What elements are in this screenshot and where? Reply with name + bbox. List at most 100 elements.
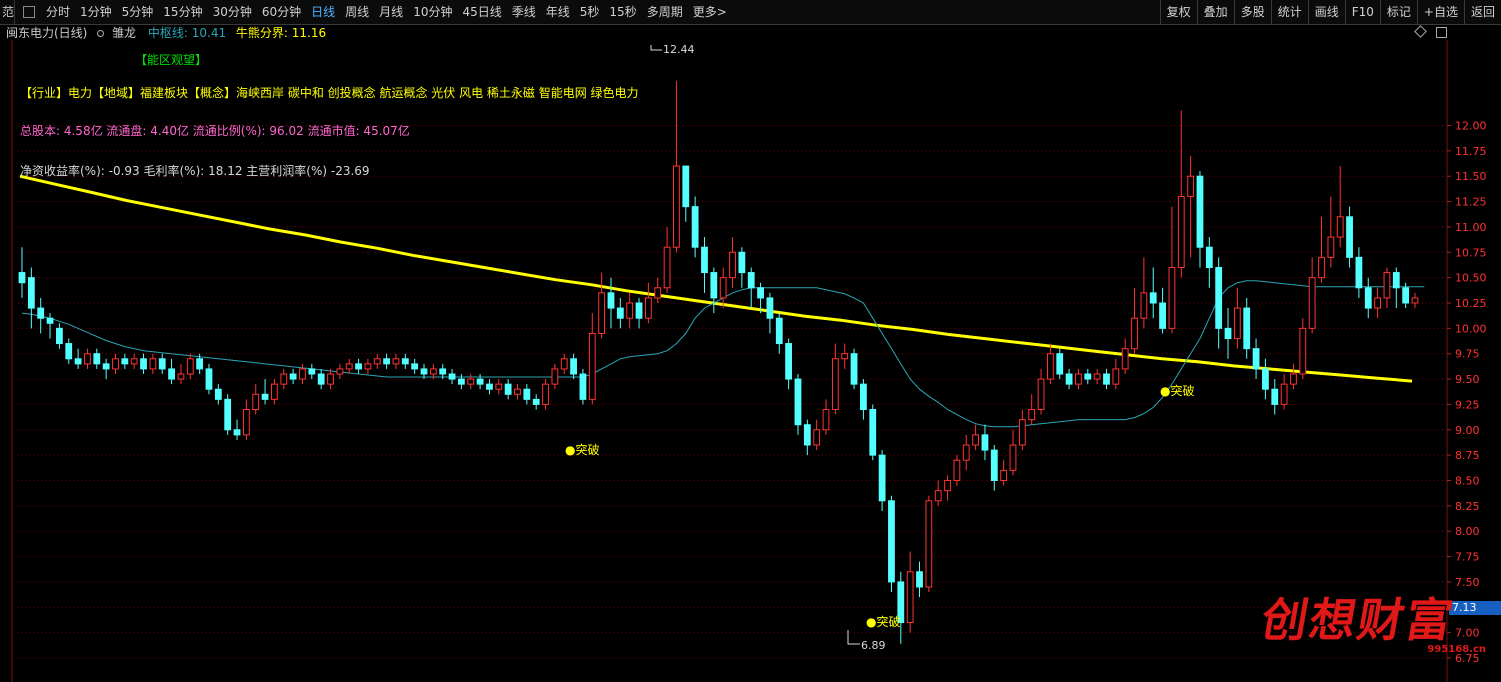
toolbar-button[interactable]: 多股 xyxy=(1233,0,1271,24)
candle-body xyxy=(336,368,344,375)
period-tab[interactable]: 年线 xyxy=(541,0,575,24)
candle-body xyxy=(1205,246,1213,268)
candle-body xyxy=(280,373,288,385)
candle-body xyxy=(1177,196,1185,268)
candle-body xyxy=(560,358,568,370)
toolbar-button[interactable]: 标记 xyxy=(1379,0,1417,24)
toolbar-button[interactable]: +自选 xyxy=(1416,0,1464,24)
period-tab[interactable]: 日线 xyxy=(306,0,340,24)
candle-body xyxy=(1308,277,1316,329)
candle-body xyxy=(691,206,699,248)
candle-body xyxy=(1271,388,1279,405)
candle-body xyxy=(990,449,998,482)
candle-body xyxy=(130,358,138,365)
candle-body xyxy=(1140,292,1148,319)
period-tab[interactable]: 45日线 xyxy=(457,0,506,24)
candle-body xyxy=(214,388,222,400)
diamond-icon[interactable] xyxy=(1414,25,1427,38)
window-toggle-icon[interactable] xyxy=(1436,27,1447,38)
candle-body xyxy=(850,353,858,385)
candle-body xyxy=(738,251,746,274)
candle-body xyxy=(140,358,147,370)
candle-body xyxy=(1383,272,1391,299)
y-tick-label: 8.00 xyxy=(1455,525,1480,538)
toolbar-button[interactable]: 叠加 xyxy=(1196,0,1234,24)
bull-bear-value: 牛熊分界: 11.16 xyxy=(235,26,327,40)
y-tick-label: 11.00 xyxy=(1455,221,1487,234)
period-tab[interactable]: 5秒 xyxy=(575,0,605,24)
candle-body xyxy=(1009,444,1017,471)
y-tick-label: 12.00 xyxy=(1455,120,1487,133)
candle-body xyxy=(616,307,624,319)
candle-body xyxy=(1402,287,1410,304)
candle-body xyxy=(1046,353,1054,380)
candle-body xyxy=(1280,383,1288,405)
period-tab[interactable]: 周线 xyxy=(340,0,374,24)
candle-body xyxy=(944,480,951,492)
toolbar-button[interactable]: 复权 xyxy=(1159,0,1197,24)
period-tab[interactable]: 15分钟 xyxy=(158,0,207,24)
candle-body xyxy=(158,358,166,370)
candle-body xyxy=(1224,327,1232,340)
candle-body xyxy=(373,358,381,365)
candle-body xyxy=(588,332,596,400)
period-tab[interactable]: 30分钟 xyxy=(208,0,257,24)
candle-body xyxy=(1093,373,1101,380)
candle-body xyxy=(953,459,961,482)
toolbar-button[interactable]: 返回 xyxy=(1463,0,1501,24)
candle-body xyxy=(355,363,362,370)
candle-body xyxy=(1084,373,1092,380)
candle-body xyxy=(1196,175,1204,248)
period-tab[interactable]: 5分钟 xyxy=(117,0,159,24)
candle-body xyxy=(860,383,867,410)
share-capital-text: 总股本: 4.58亿 流通盘: 4.40亿 流通比例(%): 96.02 流通市… xyxy=(20,124,410,138)
financial-ratios-text: 净资收益率(%): -0.93 毛利率(%): 18.12 主营利润率(%) -… xyxy=(20,164,370,178)
candle-body xyxy=(168,368,175,380)
period-tab[interactable]: 15秒 xyxy=(604,0,641,24)
candle-body xyxy=(439,368,447,375)
candle-body xyxy=(1392,272,1400,289)
toolbar-button[interactable]: F10 xyxy=(1344,0,1380,24)
candle-body xyxy=(233,429,241,436)
candle-body xyxy=(1149,292,1157,304)
candle-body xyxy=(532,398,540,405)
period-tab[interactable]: 1分钟 xyxy=(75,0,117,24)
watermark-title: 创想财富 xyxy=(1257,593,1459,647)
candle-body xyxy=(486,383,493,390)
candle-body xyxy=(27,277,35,309)
period-tab[interactable]: 更多> xyxy=(688,0,732,24)
candle-body xyxy=(1000,469,1008,482)
candle-body xyxy=(607,292,615,309)
candle-body xyxy=(1131,317,1138,350)
candle-body xyxy=(1299,327,1307,375)
y-tick-label: 10.75 xyxy=(1455,246,1487,259)
y-tick-label: 11.50 xyxy=(1455,170,1487,183)
y-tick-label: 10.50 xyxy=(1455,272,1487,285)
toolbar-button[interactable]: 统计 xyxy=(1270,0,1308,24)
candle-body xyxy=(448,373,456,380)
candle-body xyxy=(177,373,185,380)
watermark-url: 995168.cn xyxy=(1427,644,1486,655)
period-tab[interactable]: 季线 xyxy=(507,0,541,24)
candle-body xyxy=(766,297,774,319)
candle-body xyxy=(579,373,587,400)
indicator-name[interactable]: 雏龙 xyxy=(112,26,136,40)
period-tab[interactable]: 多周期 xyxy=(642,0,688,24)
candle-body xyxy=(878,454,886,502)
layout-toggle-icon[interactable] xyxy=(23,6,35,18)
candle-body xyxy=(84,353,91,365)
indicator-info-line: 闽东电力(日线) 雏龙 中枢线: 10.41 牛熊分界: 11.16 xyxy=(0,25,326,41)
candle-body xyxy=(1252,348,1260,370)
period-tab[interactable]: 分时 xyxy=(41,0,75,24)
candle-body xyxy=(1037,378,1045,411)
toolbar-button[interactable]: 画线 xyxy=(1307,0,1345,24)
candle-body xyxy=(289,373,297,380)
candle-body xyxy=(1112,368,1120,385)
candle-body xyxy=(925,500,933,588)
period-tab[interactable]: 10分钟 xyxy=(408,0,457,24)
candle-body xyxy=(813,429,821,446)
candle-body xyxy=(1411,297,1419,304)
candle-body xyxy=(149,358,157,370)
period-tab[interactable]: 月线 xyxy=(374,0,408,24)
period-tab[interactable]: 60分钟 xyxy=(257,0,306,24)
